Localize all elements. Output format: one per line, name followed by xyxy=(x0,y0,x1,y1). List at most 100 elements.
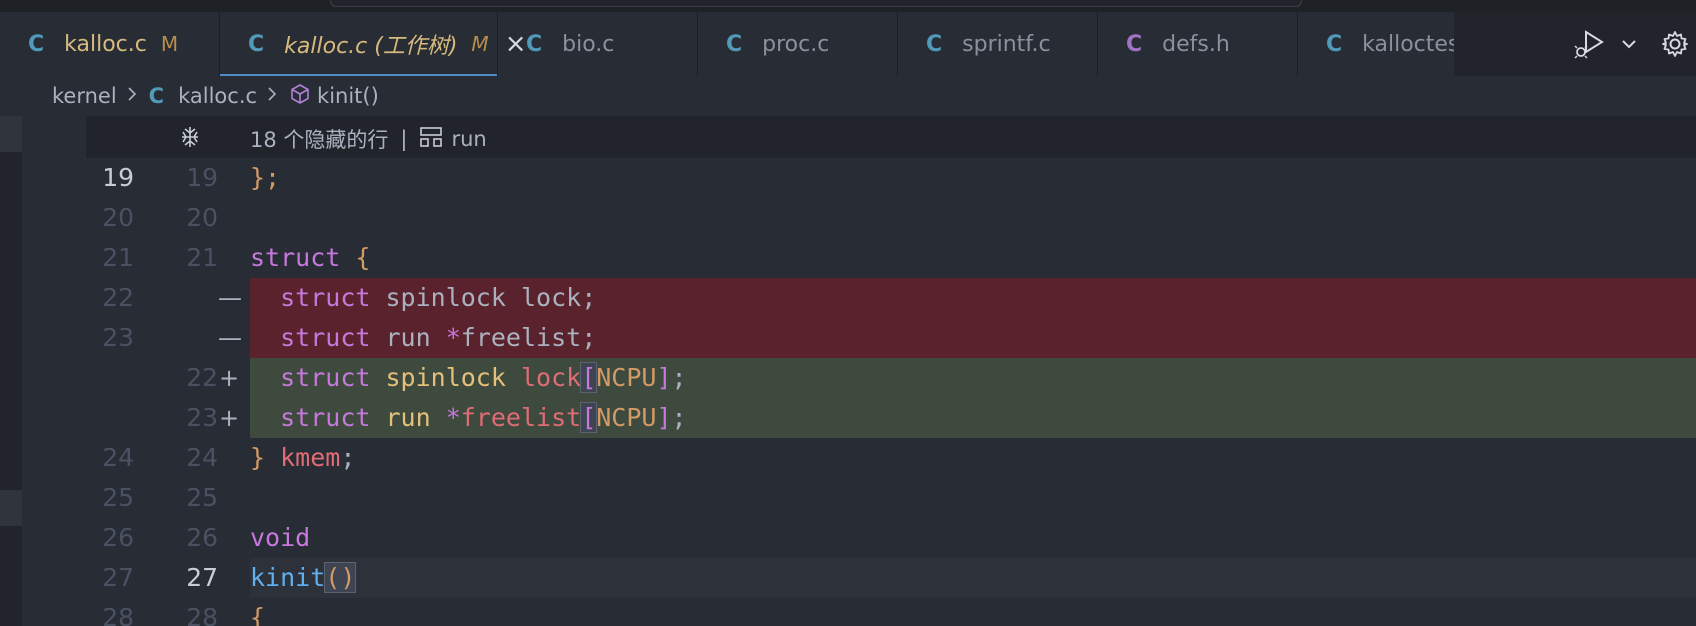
original-line-number: 21 xyxy=(102,243,134,272)
punct-token: ; xyxy=(581,283,597,312)
code-text[interactable]: struct { xyxy=(250,238,1696,278)
original-line-number: 28 xyxy=(102,603,134,626)
chevron-down-icon[interactable] xyxy=(1620,26,1638,62)
modified-line-number: 26 xyxy=(186,523,218,552)
var-token: lock xyxy=(520,363,582,392)
diff-marker: — xyxy=(218,324,242,352)
code-text[interactable]: struct run *freelist; xyxy=(250,318,1696,358)
code-line[interactable]: 27 27 kinit() xyxy=(86,558,1696,598)
overview-marker xyxy=(0,490,22,526)
modified-line-number: 20 xyxy=(186,203,218,232)
var-token: kmem xyxy=(280,443,341,472)
code-line[interactable]: 24 24 } kmem; xyxy=(86,438,1696,478)
macro-token: NCPU xyxy=(596,403,657,432)
c-file-icon: C xyxy=(526,31,543,57)
brace-token: }; xyxy=(250,163,281,192)
gear-icon[interactable] xyxy=(1660,29,1690,59)
tab-1[interactable]: Ckalloc.c (工作树) M × xyxy=(220,12,526,76)
modified-line-number: 19 xyxy=(186,163,218,192)
code-text[interactable]: struct spinlock lock[NCPU]; xyxy=(250,358,1696,398)
original-line-number: 19 xyxy=(102,163,134,192)
code-line[interactable]: 19 19}; xyxy=(86,158,1696,198)
tab-label: sprintf.c xyxy=(962,31,1051,57)
breadcrumb-file[interactable]: kalloc.c xyxy=(178,84,257,108)
code-text[interactable]: void xyxy=(250,518,1696,558)
original-line-number: 24 xyxy=(102,443,134,472)
var-token: lock xyxy=(520,283,582,312)
tab-label: kalloc.c (工作树) xyxy=(284,34,458,59)
modified-line-number: 21 xyxy=(186,243,218,272)
code-text[interactable]: struct spinlock lock; xyxy=(250,278,1696,318)
code-line[interactable]: 22 — struct spinlock lock; xyxy=(86,278,1696,318)
tab-2[interactable]: Cbio.c xyxy=(498,12,698,76)
left-diff-overview xyxy=(0,116,22,626)
c-file-icon: C xyxy=(1126,31,1143,57)
diff-marker: + xyxy=(218,404,240,432)
original-line-number: 22 xyxy=(102,283,134,312)
code-line[interactable]: 25 25 xyxy=(86,478,1696,518)
editor-toolbar xyxy=(1454,12,1696,76)
punct-token: ; xyxy=(671,403,687,432)
var-token: freelist xyxy=(460,403,582,432)
c-file-icon: C xyxy=(248,31,265,57)
brace-token: { xyxy=(250,603,266,626)
bracket-token: [ xyxy=(580,362,598,393)
code-text[interactable]: } kmem; xyxy=(250,438,1696,478)
modified-line-number: 23 xyxy=(186,403,218,432)
original-line-number: 25 xyxy=(102,483,134,512)
modified-badge: M xyxy=(160,32,179,56)
c-file-icon: C xyxy=(148,84,165,108)
tab-0[interactable]: Ckalloc.c M xyxy=(0,12,220,76)
modified-line-number: 25 xyxy=(186,483,218,512)
type-token: run xyxy=(385,323,431,352)
modified-badge: M xyxy=(471,32,489,56)
keyword-token: struct xyxy=(280,403,371,432)
macro-token: NCPU xyxy=(596,363,657,392)
tab-4[interactable]: Csprintf.c xyxy=(898,12,1098,76)
c-file-icon: C xyxy=(926,31,943,57)
code-text[interactable]: kinit() xyxy=(250,558,1696,598)
function-token: kinit xyxy=(250,563,326,592)
diff-marker: + xyxy=(218,364,240,392)
tab-label: proc.c xyxy=(762,31,830,57)
code-line[interactable]: 23 — struct run *freelist; xyxy=(86,318,1696,358)
bracket-token: ] xyxy=(656,403,672,432)
original-line-number: 27 xyxy=(102,563,134,592)
code-line[interactable]: 21 21 struct { xyxy=(86,238,1696,278)
debug-run-icon[interactable] xyxy=(1568,26,1612,62)
hidden-lines-label[interactable]: 18 个隐藏的行 xyxy=(250,124,388,154)
hidden-lines-separator: | xyxy=(400,127,408,151)
c-file-icon: C xyxy=(1326,31,1343,57)
hidden-lines-symbol[interactable]: run xyxy=(451,127,486,151)
code-line[interactable]: 23 + struct run *freelist[NCPU]; xyxy=(86,398,1696,438)
original-line-number: 20 xyxy=(102,203,134,232)
type-token: spinlock xyxy=(385,283,506,312)
code-line[interactable]: 28 28 { xyxy=(86,598,1696,626)
code-text[interactable]: }; xyxy=(250,158,1696,198)
breadcrumb-folder[interactable]: kernel xyxy=(52,84,117,108)
code-text[interactable] xyxy=(250,198,1696,238)
brace-token: { xyxy=(355,243,371,272)
breadcrumb: kernel C kalloc.c kinit() xyxy=(0,76,1696,116)
operator-token: * xyxy=(445,323,461,352)
hidden-lines-row[interactable]: 18 个隐藏的行 | run xyxy=(86,116,1696,158)
brace-token: } xyxy=(250,443,266,472)
operator-token: * xyxy=(445,403,461,432)
code-line[interactable]: 20 20 xyxy=(86,198,1696,238)
code-text[interactable] xyxy=(250,478,1696,518)
code-line[interactable]: 22 + struct spinlock lock[NCPU]; xyxy=(86,358,1696,398)
tab-label: defs.h xyxy=(1162,31,1230,57)
unfold-icon[interactable] xyxy=(178,125,202,154)
tab-3[interactable]: Cproc.c xyxy=(698,12,898,76)
code-line[interactable]: 26 26 void xyxy=(86,518,1696,558)
breadcrumb-symbol[interactable]: kinit() xyxy=(317,84,379,108)
modified-line-number: 28 xyxy=(186,603,218,626)
var-token: freelist xyxy=(460,323,582,352)
code-text[interactable]: { xyxy=(250,598,1696,626)
modified-line-number: 24 xyxy=(186,443,218,472)
c-file-icon: C xyxy=(28,31,45,57)
keyword-token: struct xyxy=(280,363,371,392)
tab-5[interactable]: Cdefs.h xyxy=(1098,12,1298,76)
diff-editor[interactable]: 18 个隐藏的行 | run 19 19}; 20 20 21 21 struct {22—… xyxy=(86,116,1696,626)
code-text[interactable]: struct run *freelist[NCPU]; xyxy=(250,398,1696,438)
